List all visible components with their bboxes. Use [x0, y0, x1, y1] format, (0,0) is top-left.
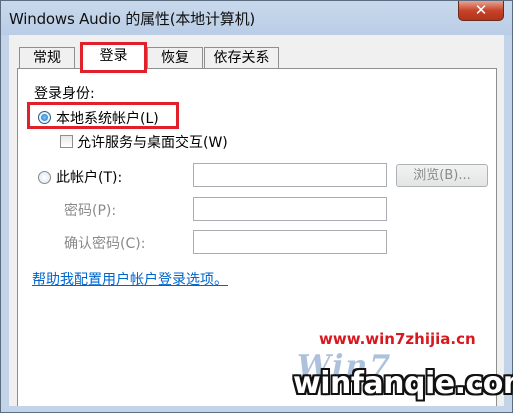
- radio-selected-dot: [41, 114, 48, 121]
- window-title: Windows Audio 的属性(本地计算机): [9, 10, 256, 28]
- logon-help-link[interactable]: 帮助我配置用户帐户登录选项。: [32, 269, 228, 289]
- close-icon: ✕: [474, 1, 488, 19]
- password-label: 密码(P):: [64, 203, 117, 219]
- title-bar[interactable]: Windows Audio 的属性(本地计算机) ✕: [1, 1, 512, 35]
- close-button[interactable]: ✕: [458, 1, 504, 21]
- confirm-password-label: 确认密码(C):: [64, 236, 146, 252]
- tab-general[interactable]: 常规: [19, 47, 75, 69]
- allow-desktop-checkbox[interactable]: [60, 135, 73, 148]
- this-account-label[interactable]: 此帐户(T):: [56, 167, 122, 187]
- tab-dependencies[interactable]: 依存关系: [204, 47, 279, 69]
- local-system-radio[interactable]: [38, 111, 51, 124]
- watermark-site: winfanqie.com: [293, 366, 513, 401]
- tab-recovery[interactable]: 恢复: [147, 47, 203, 69]
- watermark-url: www.win7zhijia.cn: [319, 330, 476, 348]
- properties-window: Windows Audio 的属性(本地计算机) ✕ 常规 登录 恢复 依存关系…: [0, 0, 513, 413]
- local-system-label[interactable]: 本地系统帐户(L): [56, 108, 159, 128]
- logon-as-label: 登录身份:: [34, 86, 95, 102]
- confirm-password-input[interactable]: [193, 230, 387, 254]
- tab-strip: 常规 登录 恢复 依存关系: [17, 42, 497, 73]
- this-account-input[interactable]: [193, 163, 387, 187]
- this-account-radio[interactable]: [38, 171, 51, 184]
- browse-button[interactable]: 浏览(B)...: [396, 164, 488, 187]
- password-input[interactable]: [193, 197, 387, 221]
- allow-desktop-label[interactable]: 允许服务与桌面交互(W): [77, 132, 228, 152]
- tab-logon[interactable]: 登录: [81, 43, 146, 70]
